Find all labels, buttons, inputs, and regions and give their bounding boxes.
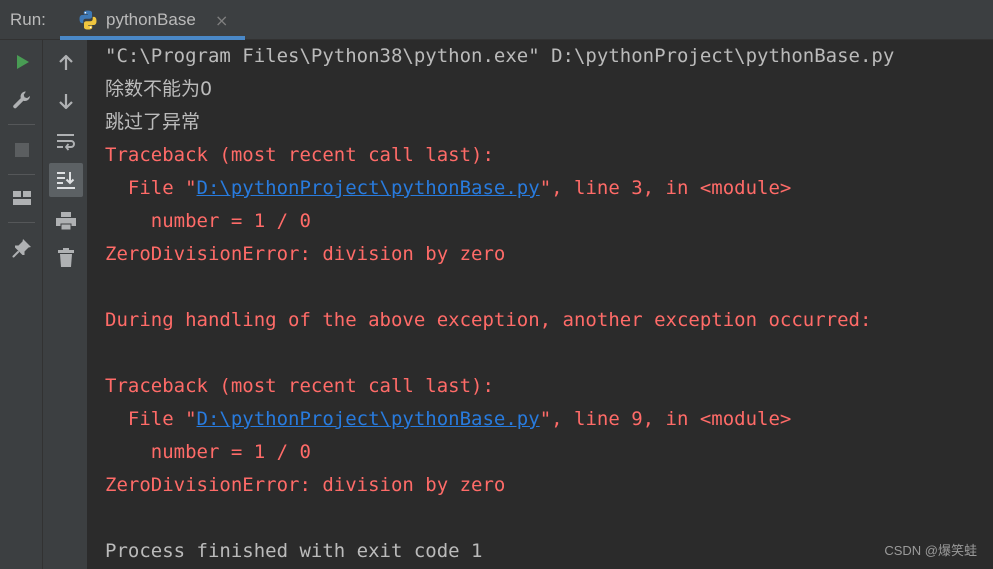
arrow-up-icon[interactable] [51, 48, 81, 78]
run-icon[interactable] [7, 47, 37, 77]
run-toolbar-primary [0, 40, 43, 569]
python-icon [77, 9, 99, 31]
traceback-file-suffix: ", line 9, in <module> [539, 408, 792, 430]
error-message: ZeroDivisionError: division by zero [105, 474, 506, 496]
process-exit-line: Process finished with exit code 1 [105, 540, 483, 562]
traceback-header: Traceback (most recent call last): [105, 375, 494, 397]
traceback-file-suffix: ", line 3, in <module> [539, 177, 792, 199]
traceback-file-prefix: File " [105, 408, 197, 430]
watermark: CSDN @爆笑蛙 [884, 543, 977, 558]
print-icon[interactable] [51, 206, 81, 236]
toolbar-separator [8, 124, 35, 125]
wrench-icon[interactable] [7, 85, 37, 115]
traceback-code-line: number = 1 / 0 [105, 441, 311, 463]
file-link[interactable]: D:\pythonProject\pythonBase.py [197, 177, 540, 199]
stop-icon[interactable] [7, 135, 37, 165]
console-output[interactable]: "C:\Program Files\Python38\python.exe" D… [88, 40, 993, 569]
close-icon[interactable]: × [215, 11, 228, 30]
soft-wrap-icon[interactable] [51, 126, 81, 156]
traceback-file-prefix: File " [105, 177, 197, 199]
file-link[interactable]: D:\pythonProject\pythonBase.py [197, 408, 540, 430]
traceback-file-line: File "D:\pythonProject\pythonBase.py", l… [105, 172, 791, 205]
run-tool-window-header: Run: pythonBase × [0, 0, 993, 40]
pin-icon[interactable] [7, 233, 37, 263]
traceback-header: Traceback (most recent call last): [105, 144, 494, 166]
toolbar-separator [8, 174, 35, 175]
traceback-file-line: File "D:\pythonProject\pythonBase.py", l… [105, 403, 791, 436]
error-message: ZeroDivisionError: division by zero [105, 243, 506, 265]
arrow-down-icon[interactable] [51, 86, 81, 116]
tab-label: pythonBase [106, 10, 196, 29]
toolbar-separator [8, 222, 35, 223]
scroll-to-end-icon[interactable] [49, 163, 83, 197]
tab-pythonbase[interactable]: pythonBase × [60, 0, 245, 40]
console-output-line: 跳过了异常 [105, 111, 201, 133]
chained-exception-message: During handling of the above exception, … [105, 309, 872, 331]
run-label: Run: [10, 10, 46, 29]
run-toolbar-console [43, 40, 88, 569]
trash-icon[interactable] [51, 243, 81, 273]
console-command-line: "C:\Program Files\Python38\python.exe" D… [105, 45, 895, 67]
traceback-code-line: number = 1 / 0 [105, 210, 311, 232]
layout-icon[interactable] [7, 183, 37, 213]
console-output-line: 除数不能为0 [105, 78, 213, 100]
